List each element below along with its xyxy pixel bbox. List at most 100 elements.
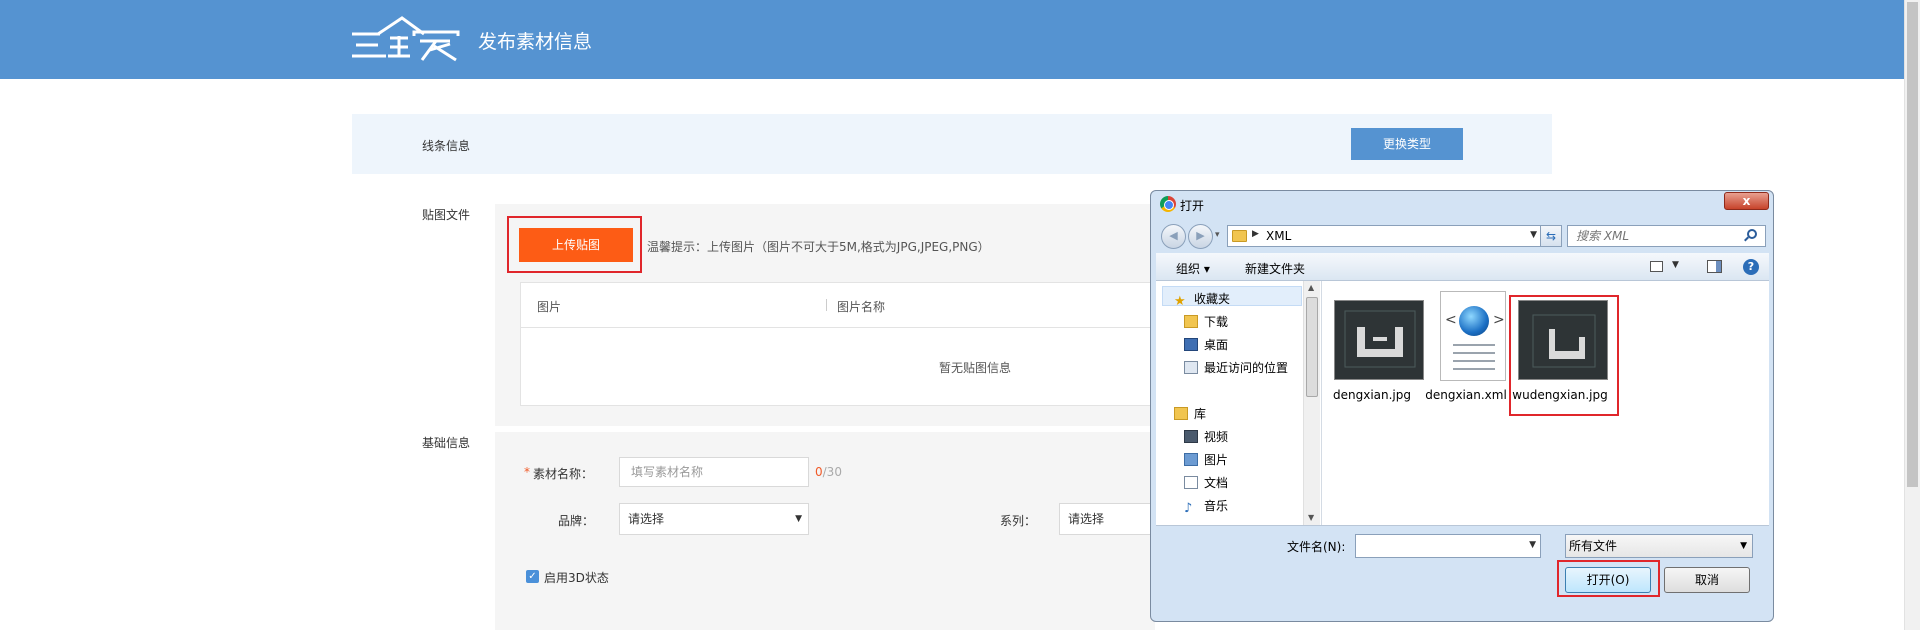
upload-highlight-frame	[507, 216, 642, 273]
series-select-value: 请选择	[1068, 512, 1105, 526]
bracket-glyph: >	[1493, 312, 1505, 328]
nav-libraries[interactable]: 库	[1174, 405, 1206, 422]
scroll-up-icon[interactable]: ▲	[1308, 283, 1314, 292]
series-select[interactable]: 请选择	[1059, 503, 1155, 535]
enable-3d-label[interactable]: 启用3D状态	[544, 569, 609, 586]
nav-recent-label: 最近访问的位置	[1204, 361, 1289, 375]
file-type-select[interactable]: 所有文件 ▼	[1565, 534, 1753, 558]
help-icon[interactable]: ?	[1743, 259, 1759, 275]
filename-dropdown-icon[interactable]: ▼	[1529, 540, 1536, 550]
texture-section-label: 贴图文件	[422, 208, 471, 222]
chrome-icon	[1160, 196, 1176, 212]
video-icon	[1184, 430, 1198, 443]
xml-file-icon: < >	[1440, 291, 1506, 381]
nav-download[interactable]: 下载	[1184, 313, 1228, 330]
breadcrumb-arrow-icon[interactable]: ▶	[1252, 229, 1259, 239]
brand-select-value: 请选择	[628, 512, 665, 526]
preview-pane-icon[interactable]	[1707, 260, 1722, 273]
pictures-icon	[1184, 453, 1198, 466]
page-scrollbar-thumb[interactable]	[1907, 2, 1918, 487]
star-icon: ★	[1174, 294, 1186, 309]
column-header-image-name: 图片名称	[837, 300, 886, 314]
address-folder[interactable]: XML	[1266, 229, 1291, 243]
nav-documents-label: 文档	[1204, 476, 1229, 490]
material-name-label: 素材名称：	[533, 467, 594, 481]
text-line	[1453, 368, 1495, 370]
upload-tip: 温馨提示：上传图片（图片不可大于5M,格式为JPG,JPEG,PNG）	[647, 240, 990, 254]
brand-label: 品牌：	[558, 514, 595, 528]
change-type-button[interactable]: 更换类型	[1351, 128, 1463, 160]
char-counter: 0/30	[815, 465, 842, 479]
line-info-label: 线条信息	[422, 139, 471, 153]
top-header: 发布素材信息	[0, 0, 1904, 79]
page-title: 发布素材信息	[478, 31, 593, 53]
history-dropdown-icon[interactable]: ▾	[1215, 230, 1220, 240]
dialog-toolbar: 组织 ▾ 新建文件夹 ▼ ?	[1156, 253, 1769, 281]
file-name: dengxian.xml	[1425, 388, 1507, 402]
search-input[interactable]	[1567, 225, 1766, 247]
nav-videos[interactable]: 视频	[1184, 428, 1228, 445]
filename-label: 文件名(N):	[1287, 540, 1346, 554]
file-type-value: 所有文件	[1569, 539, 1618, 553]
dialog-footer: 文件名(N): ▼ 所有文件 ▼ 打开(O) 取消	[1156, 525, 1769, 617]
chevron-down-icon: ▼	[795, 514, 802, 524]
series-label: 系列：	[1000, 514, 1037, 528]
nav-scrollbar[interactable]: ▲ ▼	[1303, 281, 1320, 525]
selected-file-highlight-frame	[1509, 295, 1619, 416]
search-icon[interactable]	[1747, 229, 1757, 239]
new-folder-button[interactable]: 新建文件夹	[1245, 260, 1305, 277]
scroll-down-icon[interactable]: ▼	[1308, 513, 1314, 522]
nav-recent[interactable]: 最近访问的位置	[1184, 359, 1288, 376]
view-dropdown-icon[interactable]: ▼	[1672, 260, 1679, 270]
dialog-title: 打开	[1180, 199, 1205, 213]
download-folder-icon	[1184, 315, 1198, 328]
nav-desktop-label: 桌面	[1204, 338, 1229, 352]
address-dropdown-icon[interactable]: ▼	[1530, 230, 1537, 240]
enable-3d-checkbox[interactable]: ✓	[526, 570, 539, 583]
desktop-icon	[1184, 338, 1198, 351]
view-options-icon[interactable]	[1650, 261, 1663, 272]
address-bar[interactable]: ▶ XML ▼	[1227, 225, 1541, 247]
refresh-button[interactable]: ⇆	[1540, 225, 1562, 247]
table-divider	[521, 327, 1159, 328]
nav-scrollbar-thumb[interactable]	[1306, 297, 1318, 397]
nav-documents[interactable]: 文档	[1184, 474, 1228, 491]
documents-icon	[1184, 476, 1198, 489]
nav-libraries-label: 库	[1194, 407, 1207, 421]
page-scrollbar[interactable]	[1904, 0, 1920, 630]
filename-input[interactable]: ▼	[1355, 534, 1541, 558]
nav-download-label: 下载	[1204, 315, 1229, 329]
nav-desktop[interactable]: 桌面	[1184, 336, 1228, 353]
nav-favorites[interactable]: ★ 收藏夹	[1174, 290, 1230, 309]
nav-music[interactable]: ♪ 音乐	[1184, 497, 1229, 516]
column-divider	[826, 299, 827, 311]
bracket-glyph: <	[1445, 312, 1457, 328]
empty-state-text: 暂无贴图信息	[939, 361, 1012, 375]
line-info-bar: 线条信息 更换类型	[352, 114, 1552, 174]
text-line	[1453, 352, 1495, 354]
char-counter-current: 0	[815, 465, 823, 479]
nav-videos-label: 视频	[1204, 430, 1229, 444]
chevron-down-icon: ▼	[1740, 541, 1747, 551]
file-name: dengxian.jpg	[1333, 388, 1411, 402]
forward-button[interactable]: ▶	[1188, 224, 1213, 249]
logo[interactable]	[350, 14, 462, 64]
nav-music-label: 音乐	[1204, 499, 1229, 513]
recent-places-icon	[1184, 361, 1198, 374]
close-button[interactable]: x	[1724, 192, 1769, 210]
text-line	[1453, 344, 1495, 346]
brand-select[interactable]: 请选择 ▼	[619, 503, 809, 535]
organize-menu[interactable]: 组织 ▾	[1176, 260, 1210, 277]
cancel-button[interactable]: 取消	[1664, 567, 1750, 593]
open-highlight-frame	[1557, 560, 1660, 597]
material-name-input[interactable]	[619, 457, 809, 487]
basic-section-label: 基础信息	[422, 436, 471, 450]
nav-pictures[interactable]: 图片	[1184, 451, 1228, 468]
text-line	[1453, 360, 1495, 362]
open-file-dialog: 打开 x ◀ ▶ ▾ ▶ XML ▼ ⇆ 组织 ▾ 新建文件夹 ▼ ? ★ 收藏夹…	[1150, 190, 1774, 622]
back-button[interactable]: ◀	[1161, 224, 1186, 249]
navigation-pane: ★ 收藏夹 下载 桌面 最近访问的位置 库 视频 图片 文档 ♪ 音乐 ▲ ▼	[1156, 281, 1321, 525]
char-counter-max: /30	[822, 465, 842, 479]
file-list: dengxian.jpg < > dengxian.xml wudengxian…	[1321, 281, 1769, 525]
music-icon: ♪	[1184, 501, 1193, 516]
